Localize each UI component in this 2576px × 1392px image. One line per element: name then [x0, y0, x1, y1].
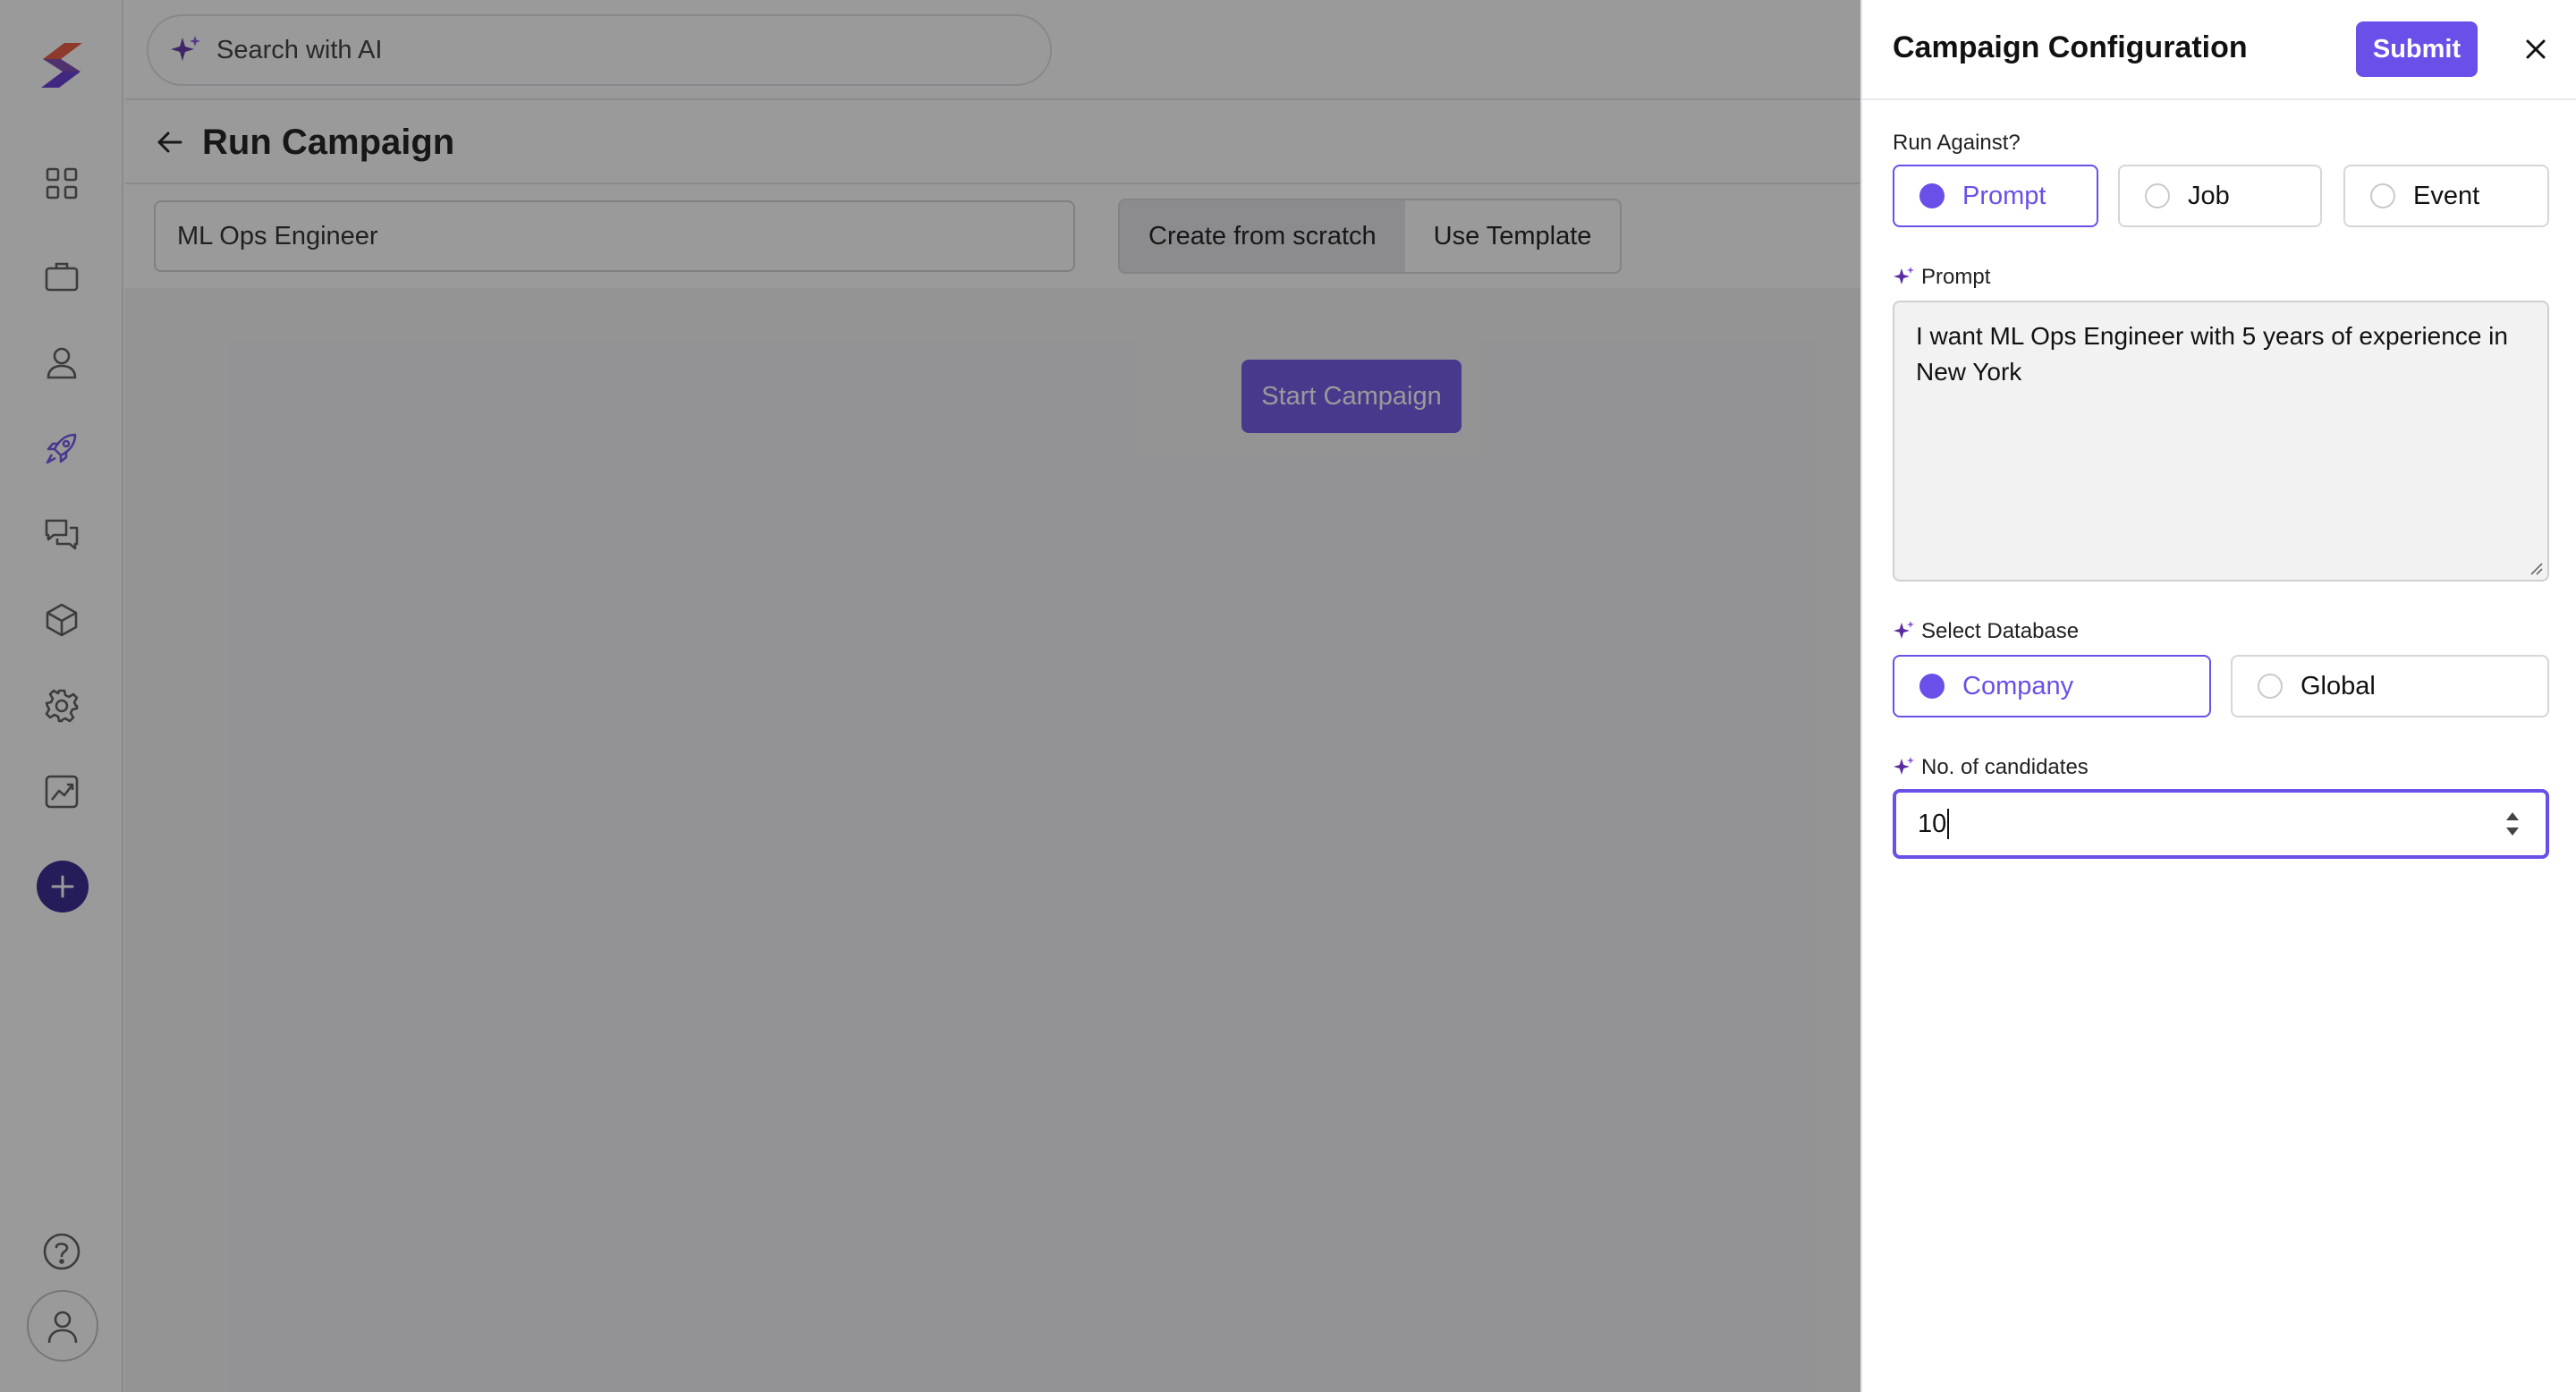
gear-icon	[45, 689, 79, 723]
radio-label: Prompt	[1962, 181, 2046, 210]
prompt-text: I want ML Ops Engineer with 5 years of e…	[1916, 322, 2508, 386]
radio-selected-indicator	[1919, 183, 1945, 208]
help-icon[interactable]	[41, 1231, 82, 1272]
sparkle-icon	[1894, 757, 1914, 775]
user-avatar-icon	[47, 1311, 78, 1344]
sidebar-item-jobs[interactable]	[39, 254, 84, 299]
radio-label: Company	[1962, 671, 2074, 700]
cube-icon	[46, 603, 78, 637]
rocket-icon	[46, 433, 77, 464]
start-campaign-button[interactable]: Start Campaign	[1241, 360, 1462, 433]
use-template-tab[interactable]: Use Template	[1405, 200, 1621, 272]
creation-mode-toggle: Create from scratch Use Template	[1118, 199, 1623, 274]
back-arrow-icon[interactable]	[154, 126, 186, 158]
sparkle-icon	[1894, 621, 1914, 639]
sidebar-item-candidates[interactable]	[39, 340, 84, 385]
brand-logo-icon[interactable]	[30, 32, 93, 95]
run-against-event-option[interactable]: Event	[2343, 165, 2549, 227]
sidebar-item-campaigns[interactable]	[39, 426, 84, 471]
sparkle-icon	[171, 36, 200, 61]
radio-label: Global	[2301, 671, 2376, 700]
text-caret	[1947, 809, 1950, 839]
candidates-value: 10	[1918, 809, 1947, 838]
prompt-textarea[interactable]: I want ML Ops Engineer with 5 years of e…	[1893, 301, 2549, 581]
campaign-name-input[interactable]: ML Ops Engineer	[154, 200, 1075, 272]
prompt-label: Prompt	[1893, 265, 1990, 290]
radio-selected-indicator	[1919, 674, 1945, 699]
database-label: Select Database	[1893, 619, 2079, 644]
number-stepper-icon[interactable]	[2503, 807, 2522, 841]
radio-label: Job	[2188, 181, 2230, 210]
sidebar	[0, 0, 123, 1392]
candidates-number-input[interactable]: 10	[1893, 789, 2549, 859]
database-global-option[interactable]: Global	[2231, 655, 2549, 717]
radio-indicator	[2258, 674, 2283, 699]
run-against-prompt-option[interactable]: Prompt	[1893, 165, 2098, 227]
create-from-scratch-tab[interactable]: Create from scratch	[1120, 200, 1405, 272]
radio-label: Event	[2413, 181, 2480, 210]
ai-search-input[interactable]: Search with AI	[147, 14, 1052, 86]
candidates-label: No. of candidates	[1893, 755, 2089, 780]
campaign-configuration-panel: Campaign Configuration Submit Run Agains…	[1860, 0, 2576, 1392]
sidebar-item-integrations[interactable]	[39, 598, 84, 642]
user-icon	[47, 347, 77, 379]
sidebar-item-messages[interactable]	[39, 512, 84, 556]
panel-header: Campaign Configuration Submit	[1862, 0, 2576, 100]
radio-indicator	[2145, 183, 2170, 208]
plus-icon	[51, 875, 74, 898]
chat-icon	[45, 519, 79, 550]
submit-button[interactable]: Submit	[2356, 21, 2478, 77]
panel-title: Campaign Configuration	[1893, 30, 2248, 64]
dashboard-icon	[46, 167, 78, 199]
resize-handle-icon[interactable]	[2528, 560, 2544, 576]
page-title: Run Campaign	[202, 122, 455, 162]
database-company-option[interactable]: Company	[1893, 655, 2211, 717]
avatar[interactable]	[27, 1290, 98, 1362]
sidebar-item-analytics[interactable]	[39, 769, 84, 814]
search-placeholder: Search with AI	[216, 35, 383, 64]
run-against-job-option[interactable]: Job	[2118, 165, 2322, 227]
sparkle-icon	[1894, 267, 1914, 284]
sidebar-item-dashboard[interactable]	[39, 161, 84, 206]
sidebar-item-settings[interactable]	[39, 683, 84, 728]
radio-indicator	[2370, 183, 2395, 208]
add-button[interactable]	[37, 861, 89, 912]
close-icon[interactable]	[2519, 32, 2553, 66]
briefcase-icon	[45, 262, 79, 292]
chart-icon	[45, 775, 79, 809]
run-against-label: Run Against?	[1893, 131, 2021, 155]
